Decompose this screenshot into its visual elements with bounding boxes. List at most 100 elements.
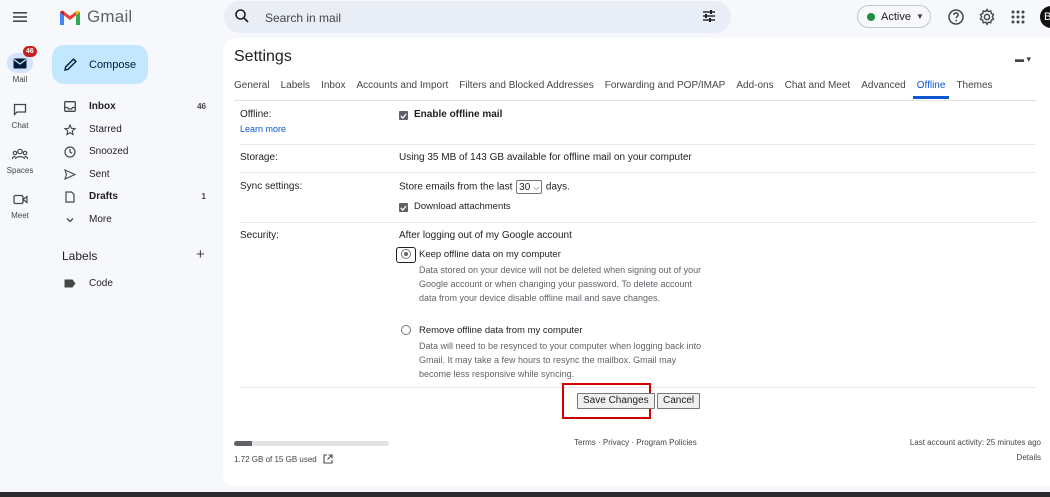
rail-spaces[interactable]: Spaces: [0, 144, 40, 175]
main-menu-icon[interactable]: [9, 6, 31, 28]
external-link-icon[interactable]: [323, 454, 333, 464]
rail-chat[interactable]: Chat: [0, 99, 40, 130]
draft-icon: [63, 190, 77, 203]
gmail-m-icon: [60, 10, 80, 25]
tabs-divider: [234, 100, 1036, 101]
keep-offline-data-radio[interactable]: [401, 249, 411, 259]
tab-chat-and-meet[interactable]: Chat and Meet: [785, 77, 851, 99]
compose-label: Compose: [89, 58, 137, 71]
cancel-button[interactable]: Cancel: [657, 393, 701, 409]
app-rail: 46 Mail Chat Spaces Meet: [0, 36, 44, 497]
spaces-icon: [12, 148, 28, 160]
security-label: Security:: [240, 230, 279, 241]
compose-button[interactable]: Compose: [52, 45, 148, 84]
footer-policy-links[interactable]: Terms · Privacy · Program Policies: [574, 438, 697, 447]
storage-info: Using 35 MB of 143 GB available for offl…: [399, 152, 692, 163]
labels-heading: Labels: [62, 249, 98, 263]
tab-offline[interactable]: Offline: [912, 77, 950, 99]
star-icon: [63, 123, 77, 136]
tab-general[interactable]: General: [234, 77, 270, 99]
screen-bottom-edge: [0, 492, 1050, 497]
rail-meet[interactable]: Meet: [0, 189, 40, 220]
sidebar-item-drafts[interactable]: Drafts 1: [44, 186, 214, 207]
chat-icon: [13, 103, 27, 116]
rail-meet-wrap: [7, 189, 33, 209]
tab-labels[interactable]: Labels: [281, 77, 310, 99]
sidebar-item-label: Drafts: [89, 191, 118, 202]
sidebar-item-inbox[interactable]: Inbox 46: [44, 96, 214, 117]
rail-label-meet: Meet: [11, 211, 29, 220]
tab-themes[interactable]: Themes: [956, 77, 992, 99]
rail-mail-wrap: 46: [7, 46, 37, 73]
search-input[interactable]: [263, 7, 687, 29]
offline-label: Offline:: [240, 109, 272, 120]
enable-offline-checkbox[interactable]: [399, 111, 408, 120]
sidebar-item-starred[interactable]: Starred: [44, 119, 214, 140]
search-icon[interactable]: [234, 8, 250, 29]
download-attachments-checkbox[interactable]: [399, 203, 408, 212]
sidebar-item-label: Starred: [89, 124, 122, 135]
tab-add-ons[interactable]: Add-ons: [736, 77, 773, 99]
chevron-down-icon: ⌵: [533, 183, 540, 192]
remove-offline-data-radio[interactable]: [401, 325, 411, 335]
search-bar: [224, 1, 731, 33]
search-options-icon[interactable]: [701, 8, 717, 29]
sidebar-item-label: Sent: [89, 169, 110, 180]
sync-prefix: Store emails from the last: [399, 181, 513, 193]
tab-forwarding[interactable]: Forwarding and POP/IMAP: [605, 77, 726, 99]
storage-label: Storage:: [240, 152, 278, 163]
meet-icon: [12, 194, 28, 204]
sidebar-item-snoozed[interactable]: Snoozed: [44, 141, 214, 162]
tab-inbox[interactable]: Inbox: [321, 77, 345, 99]
save-changes-button[interactable]: Save Changes: [577, 393, 655, 409]
rail-mail[interactable]: 46 Mail: [0, 46, 40, 84]
download-attachments-label: Download attachments: [414, 201, 511, 212]
chevron-down-icon: [63, 216, 77, 224]
keep-offline-data-label: Keep offline data on my computer: [419, 249, 561, 260]
sidebar-item-count: 46: [197, 102, 206, 111]
status-dot-icon: [867, 12, 875, 21]
sidebar-item-label: Inbox: [89, 101, 116, 112]
google-apps-icon[interactable]: [1010, 9, 1026, 30]
rail-spaces-wrap: [7, 144, 33, 164]
rail-label-chat: Chat: [11, 121, 29, 130]
details-link[interactable]: Details: [1017, 453, 1041, 462]
account-avatar[interactable]: B: [1040, 6, 1050, 28]
row-divider: [240, 172, 1036, 173]
status-selector[interactable]: Active ▼: [857, 5, 931, 28]
gmail-logo[interactable]: Gmail: [59, 7, 132, 27]
sync-days-sentence: Store emails from the last 30 ⌵ days.: [399, 180, 570, 194]
sidebar-item-more[interactable]: More: [44, 209, 214, 230]
clock-icon: [63, 145, 77, 158]
input-tools-icon[interactable]: ▬ ▾: [1015, 54, 1031, 65]
caret-down-icon: ▼: [915, 12, 924, 21]
learn-more-link[interactable]: Learn more: [240, 124, 286, 134]
rail-label-mail: Mail: [12, 75, 28, 84]
label-tag-icon: [63, 279, 77, 288]
app-name: Gmail: [87, 7, 133, 26]
sidebar-label-code[interactable]: Code: [44, 273, 214, 294]
row-divider: [240, 222, 1036, 223]
sync-settings-label: Sync settings:: [240, 181, 303, 192]
tab-filters[interactable]: Filters and Blocked Addresses: [459, 77, 594, 99]
add-label-icon[interactable]: +: [196, 247, 205, 262]
sync-days-select[interactable]: 30 ⌵: [516, 180, 543, 194]
tab-advanced[interactable]: Advanced: [861, 77, 905, 99]
row-divider: [240, 144, 1036, 145]
sidebar: Compose Inbox 46 Starred Snoozed Sent Dr…: [44, 36, 222, 497]
avatar-initial: B: [1044, 11, 1050, 23]
settings-gear-icon[interactable]: [978, 8, 996, 31]
pencil-icon: [64, 58, 77, 71]
tab-accounts-and-import[interactable]: Accounts and Import: [357, 77, 449, 99]
sidebar-item-sent[interactable]: Sent: [44, 164, 214, 185]
security-heading: After logging out of my Google account: [399, 230, 572, 241]
rail-label-spaces: Spaces: [6, 166, 34, 175]
storage-used-text: 1.72 GB of 15 GB used: [234, 454, 317, 464]
sync-suffix: days.: [545, 181, 570, 193]
sidebar-item-label: Code: [89, 278, 113, 289]
remove-offline-data-description: Data will need to be resynced to your co…: [419, 341, 702, 379]
help-icon[interactable]: [947, 8, 965, 31]
status-label: Active: [881, 10, 911, 23]
rail-chat-wrap: [7, 99, 33, 119]
send-icon: [63, 169, 77, 180]
